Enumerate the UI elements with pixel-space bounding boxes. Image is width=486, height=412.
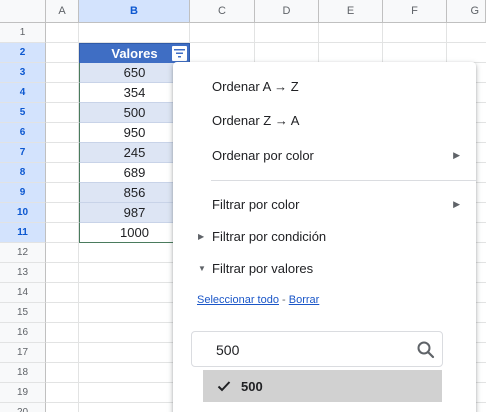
expand-triangle-icon: ▶ — [198, 231, 205, 241]
menu-item-label: Ordenar Z → A — [212, 112, 300, 128]
row-header-10[interactable]: 10 — [0, 203, 46, 223]
select-all-corner[interactable] — [0, 0, 46, 23]
menu-item-label: Ordenar por color — [212, 147, 314, 163]
selection-links: Seleccionar todo - Borrar — [197, 294, 319, 306]
row-header-19[interactable]: 19 — [0, 383, 46, 403]
menu-separator — [211, 180, 476, 181]
row-header-2[interactable]: 2 — [0, 43, 46, 63]
row-header-1[interactable]: 1 — [0, 23, 46, 43]
menu-item-filter-color[interactable]: Filtrar por color ▶ — [173, 188, 476, 220]
column-header-c[interactable]: C — [190, 0, 255, 23]
search-field[interactable] — [191, 331, 443, 367]
menu-item-sort-az[interactable]: Ordenar A → Z — [173, 70, 476, 102]
menu-item-filter-values[interactable]: ▼ Filtrar por valores — [173, 252, 476, 284]
clear-link[interactable]: Borrar — [289, 294, 320, 306]
row-header-9[interactable]: 9 — [0, 183, 46, 203]
row-header-14[interactable]: 14 — [0, 283, 46, 303]
row-header-18[interactable]: 18 — [0, 363, 46, 383]
search-icon[interactable] — [416, 340, 436, 360]
menu-item-label: Filtrar por valores — [212, 260, 314, 276]
checkmark-icon[interactable] — [217, 379, 231, 393]
row-header-12[interactable]: 12 — [0, 243, 46, 263]
menu-item-sort-za[interactable]: Ordenar Z → A — [173, 104, 476, 136]
collapse-triangle-icon: ▼ — [198, 263, 206, 273]
column-header-f[interactable]: F — [383, 0, 447, 23]
column-header-b[interactable]: B — [79, 0, 190, 23]
row-header-17[interactable]: 17 — [0, 343, 46, 363]
row-header-8[interactable]: 8 — [0, 163, 46, 183]
filter-icon — [174, 49, 185, 58]
row-header-11[interactable]: 11 — [0, 223, 46, 243]
submenu-arrow-icon: ▶ — [453, 198, 460, 209]
row-header-20[interactable]: 20 — [0, 403, 46, 412]
row-header-7[interactable]: 7 — [0, 143, 46, 163]
menu-item-label: Filtrar por condición — [212, 228, 327, 244]
link-separator: - — [278, 294, 289, 306]
row-header-6[interactable]: 6 — [0, 123, 46, 143]
column-header-g[interactable]: G — [447, 0, 486, 23]
menu-item-sort-color[interactable]: Ordenar por color ▶ — [173, 139, 476, 171]
menu-item-label: Filtrar por color — [212, 196, 300, 212]
row-header-16[interactable]: 16 — [0, 323, 46, 343]
select-all-link[interactable]: Seleccionar todo — [197, 294, 279, 306]
search-input[interactable] — [216, 340, 406, 360]
column-header-a[interactable]: A — [46, 0, 79, 23]
row-header-4[interactable]: 4 — [0, 83, 46, 103]
column-header-e[interactable]: E — [319, 0, 383, 23]
filter-button[interactable] — [171, 45, 188, 62]
menu-item-label: Ordenar A → Z — [212, 78, 299, 94]
filter-value-label: 500 — [241, 378, 263, 394]
column-header-d[interactable]: D — [255, 0, 319, 23]
row-header-13[interactable]: 13 — [0, 263, 46, 283]
row-header-3[interactable]: 3 — [0, 63, 46, 83]
filter-value-option[interactable]: 500 — [203, 370, 442, 402]
row-header-15[interactable]: 15 — [0, 303, 46, 323]
menu-item-filter-condition[interactable]: ▶ Filtrar por condición — [173, 220, 476, 252]
row-header-5[interactable]: 5 — [0, 103, 46, 123]
submenu-arrow-icon: ▶ — [453, 149, 460, 160]
filter-menu: Ordenar A → Z Ordenar Z → A Ordenar por … — [173, 62, 476, 412]
